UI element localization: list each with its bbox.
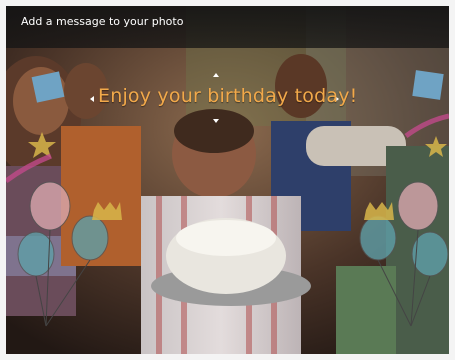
message-bar-title: Add a message to your photo — [21, 15, 184, 28]
arrow-up-icon[interactable] — [213, 73, 219, 77]
birthday-photo — [6, 6, 449, 354]
photo-caption[interactable]: Enjoy your birthday today! — [98, 85, 357, 107]
arrow-down-icon[interactable] — [213, 119, 219, 123]
message-bar: Add a message to your photo — [6, 6, 449, 48]
photo-frame: Add a message to your photo Enjoy your b… — [6, 6, 449, 354]
arrow-left-icon[interactable] — [90, 96, 94, 102]
